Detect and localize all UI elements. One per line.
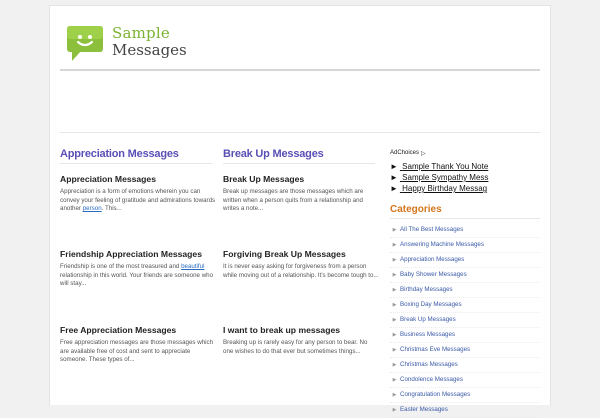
category-item: ▶ Answering Machine Messages — [390, 238, 540, 253]
category-item: ▶ All The Best Messages — [390, 223, 540, 238]
category-link[interactable]: Condolence Messages — [400, 373, 463, 387]
post-title[interactable]: Break Up Messages — [223, 174, 379, 184]
ad-link-label: Sample Thank You Note — [402, 162, 489, 171]
inline-link[interactable]: person — [83, 205, 102, 212]
adchoices-label: AdChoices — [390, 150, 420, 156]
category-link[interactable]: Birthday Messages — [400, 283, 453, 297]
category-item: ▶ Easter Messages — [390, 403, 540, 418]
category-link[interactable]: Break Up Messages — [400, 313, 456, 327]
ad-link[interactable]: ► Sample Sympathy Mess — [390, 172, 491, 183]
inline-link[interactable]: beautiful — [181, 263, 204, 270]
categories-list: ▶ All The Best Messages ▶ Answering Machin… — [390, 223, 540, 418]
ad-link-label: Sample Sympathy Mess — [402, 173, 489, 182]
category-item: ▶ Birthday Messages — [390, 283, 540, 298]
bullet-icon: ▶ — [392, 347, 397, 353]
category-link[interactable]: Christmas Eve Messages — [400, 343, 470, 357]
category-item: ▶ Break Up Messages — [390, 313, 540, 328]
category-item: ▶ Boxing Day Messages — [390, 298, 540, 313]
bullet-icon: ▶ — [392, 332, 397, 338]
bullet-icon: ▶ — [392, 287, 397, 293]
post-excerpt: Friendship is one of the most treasured … — [60, 263, 216, 289]
category-item: ▶ Christmas Messages — [390, 358, 540, 373]
ad-link-label: Happy Birthday Messag — [402, 184, 488, 193]
post-title[interactable]: Friendship Appreciation Messages — [60, 249, 216, 259]
category-item: ▶ Appreciation Messages — [390, 253, 540, 268]
bullet-icon: ▶ — [392, 242, 397, 248]
category-item: ▶ Congratulation Messages — [390, 388, 540, 403]
post-item: Forgiving Break Up Messages It is never … — [223, 249, 379, 280]
bullet-icon: ▶ — [392, 227, 397, 233]
bullet-icon: ▶ — [392, 362, 397, 368]
arrow-right-icon: ► — [390, 162, 398, 171]
ad-links: ► Sample Thank You Note ► Sample Sympath… — [390, 161, 540, 194]
ad-area-divider — [60, 132, 540, 133]
adchoices-badge[interactable]: AdChoices ▷ — [390, 148, 540, 158]
post-excerpt: Break up messages are those messages whi… — [223, 188, 364, 212]
post-title[interactable]: I want to break up messages — [223, 325, 379, 335]
arrow-right-icon: ► — [390, 184, 398, 193]
bullet-icon: ▶ — [392, 272, 397, 278]
post-item: Free Appreciation Messages Free apprecia… — [60, 325, 216, 365]
arrow-right-icon: ► — [390, 173, 398, 182]
bullet-icon: ▶ — [392, 302, 397, 308]
post-excerpt: It is never easy asking for forgiveness … — [223, 263, 379, 279]
bullet-icon: ▶ — [392, 317, 397, 323]
category-link[interactable]: Business Messages — [400, 328, 455, 342]
ad-link[interactable]: ► Happy Birthday Messag — [390, 183, 491, 194]
category-link[interactable]: All The Best Messages — [400, 223, 463, 237]
post-excerpt: Breaking up is rarely easy for any perso… — [223, 339, 368, 355]
column-break-up: Break Up Messages Break Up Messages Brea… — [223, 148, 379, 355]
sidebar: AdChoices ▷ ► Sample Thank You Note ► Sa… — [390, 148, 540, 418]
category-item: ▶ Christmas Eve Messages — [390, 343, 540, 358]
post-item: I want to break up messages Breaking up … — [223, 325, 379, 356]
category-item: ▶ Business Messages — [390, 328, 540, 343]
category-link[interactable]: Answering Machine Messages — [400, 238, 484, 252]
excerpt-text: relationship in this world. Your friends… — [60, 271, 214, 288]
post-item: Break Up Messages Break up messages are … — [223, 174, 379, 214]
column-appreciation: Appreciation Messages Appreciation Messa… — [60, 148, 215, 363]
excerpt-text: Friendship is one of the most treasured … — [60, 263, 182, 270]
bullet-icon: ▶ — [392, 407, 397, 413]
post-title[interactable]: Free Appreciation Messages — [60, 325, 216, 335]
post-title[interactable]: Forgiving Break Up Messages — [223, 249, 379, 259]
ad-link[interactable]: ► Sample Thank You Note — [390, 161, 491, 172]
adchoices-icon: ▷ — [421, 150, 426, 157]
category-link[interactable]: Appreciation Messages — [400, 253, 464, 267]
page-container: Sample Messages Appreciation Messages Ap… — [49, 5, 551, 418]
logo-line1: Sample — [112, 24, 170, 42]
bullet-icon: ▶ — [392, 257, 397, 263]
category-item: ▶ Condolence Messages — [390, 373, 540, 388]
category-link[interactable]: Baby Shower Messages — [400, 268, 467, 282]
category-link[interactable]: Boxing Day Messages — [400, 298, 462, 312]
logo-line2: Messages — [112, 41, 187, 59]
category-link[interactable]: Christmas Messages — [400, 358, 458, 372]
site-logo[interactable]: Sample Messages — [66, 24, 266, 64]
post-excerpt: Free appreciation messages are those mes… — [60, 339, 214, 363]
post-item: Appreciation Messages Appreciation is a … — [60, 174, 216, 214]
header-divider — [60, 69, 540, 71]
post-title[interactable]: Appreciation Messages — [60, 174, 216, 184]
post-item: Friendship Appreciation Messages Friends… — [60, 249, 216, 289]
post-excerpt: Appreciation is a form of emotions where… — [60, 188, 216, 214]
speech-bubble-icon — [67, 26, 103, 61]
excerpt-text: . This... — [101, 205, 122, 212]
column-heading[interactable]: Appreciation Messages — [60, 148, 212, 164]
logo-text: Sample Messages — [112, 26, 187, 58]
bullet-icon: ▶ — [392, 377, 397, 383]
category-item: ▶ Baby Shower Messages — [390, 268, 540, 283]
categories-heading: Categories — [390, 204, 540, 219]
category-link[interactable]: Easter Messages — [400, 403, 448, 417]
column-heading[interactable]: Break Up Messages — [223, 148, 375, 164]
